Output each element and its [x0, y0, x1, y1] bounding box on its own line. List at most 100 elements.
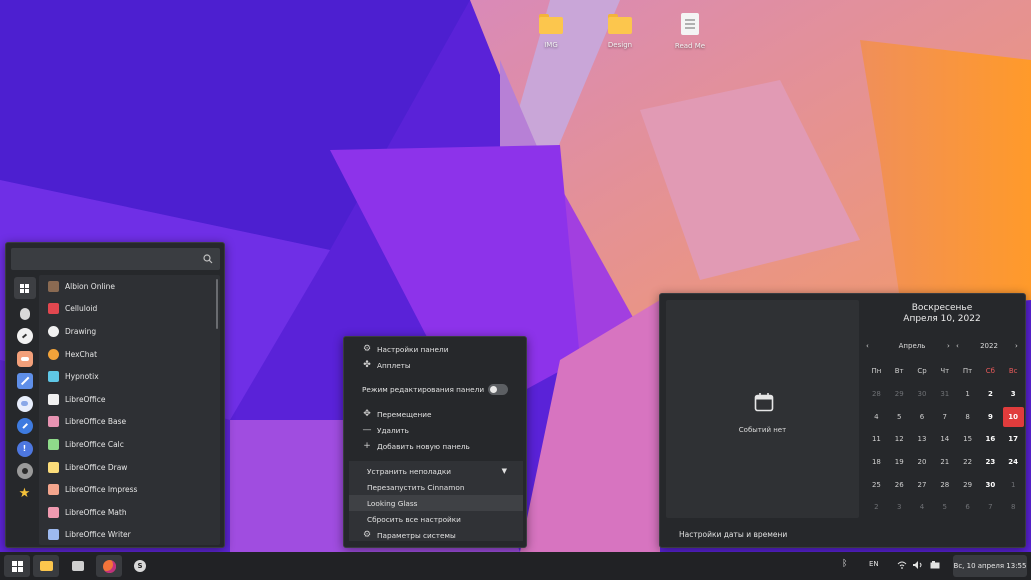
- menu-item-add-panel[interactable]: + Добавить новую панель: [344, 438, 526, 454]
- category-graphics[interactable]: [16, 373, 33, 389]
- calendar-day[interactable]: 12: [888, 435, 911, 443]
- app-item-libreoffice-calc[interactable]: LibreOffice Calc: [39, 433, 220, 456]
- menu-item-system-settings[interactable]: ⚙ Параметры системы: [344, 527, 526, 543]
- taskbar-firefox[interactable]: [96, 555, 122, 577]
- calendar-day[interactable]: 1: [1002, 481, 1025, 489]
- calendar-day[interactable]: 28: [933, 481, 956, 489]
- prev-year-button[interactable]: ‹: [956, 342, 959, 350]
- year-label: 2022: [980, 342, 998, 350]
- calendar-day[interactable]: 4: [865, 413, 888, 421]
- desktop-icon-img[interactable]: IMG: [526, 14, 576, 49]
- calendar-day[interactable]: 27: [911, 481, 934, 489]
- category-all-apps[interactable]: [13, 277, 36, 299]
- app-item-libreoffice-impress[interactable]: LibreOffice Impress: [39, 478, 220, 501]
- menu-item-troubleshoot[interactable]: Устранить неполадки ▼: [349, 463, 523, 479]
- battery-icon[interactable]: [930, 561, 941, 569]
- calendar-day[interactable]: 16: [979, 435, 1002, 443]
- calendar-day[interactable]: 1: [956, 390, 979, 398]
- app-list-scrollbar[interactable]: [216, 279, 218, 329]
- category-office[interactable]: [16, 418, 33, 434]
- clock[interactable]: Вс, 10 апреля 13:55: [953, 555, 1027, 577]
- taskbar-files[interactable]: [33, 555, 59, 577]
- calendar-day[interactable]: 2: [979, 390, 1002, 398]
- calendar-day[interactable]: 5: [933, 503, 956, 511]
- calendar-day[interactable]: 29: [956, 481, 979, 489]
- calendar-day[interactable]: 30: [911, 390, 934, 398]
- calendar-day[interactable]: 5: [888, 413, 911, 421]
- calendar-day[interactable]: 22: [956, 458, 979, 466]
- grid-icon: [20, 283, 29, 293]
- search-input[interactable]: [11, 248, 220, 270]
- calendar-day[interactable]: 3: [1002, 390, 1025, 398]
- next-month-button[interactable]: ›: [947, 342, 950, 350]
- desktop-icon-read-me[interactable]: Read Me: [665, 13, 715, 50]
- calendar-day[interactable]: 6: [956, 503, 979, 511]
- category-accessories[interactable]: [16, 328, 33, 344]
- calendar-day[interactable]: 13: [911, 435, 934, 443]
- app-item-libreoffice-writer[interactable]: LibreOffice Writer: [39, 524, 220, 545]
- category-penguin[interactable]: [17, 306, 33, 322]
- calendar-day[interactable]: 3: [888, 503, 911, 511]
- app-item-hexchat[interactable]: HexChat: [39, 343, 220, 366]
- calendar-day[interactable]: 7: [933, 413, 956, 421]
- edit-mode-toggle[interactable]: [488, 384, 508, 395]
- app-item-libreoffice-draw[interactable]: LibreOffice Draw: [39, 456, 220, 479]
- calendar-day[interactable]: 31: [933, 390, 956, 398]
- calendar-day[interactable]: 25: [865, 481, 888, 489]
- prev-month-button[interactable]: ‹: [866, 342, 869, 350]
- app-item-drawing[interactable]: Drawing: [39, 320, 220, 343]
- bluetooth-icon[interactable]: ᛒ: [842, 559, 847, 569]
- menu-item-looking-glass[interactable]: Looking Glass: [349, 495, 523, 511]
- calendar-day[interactable]: 20: [911, 458, 934, 466]
- app-item-libreoffice[interactable]: LibreOffice: [39, 388, 220, 411]
- calendar-day[interactable]: 4: [911, 503, 934, 511]
- calendar-day[interactable]: 21: [933, 458, 956, 466]
- keyboard-layout[interactable]: EN: [869, 560, 879, 568]
- calendar-day[interactable]: 29: [888, 390, 911, 398]
- category-internet[interactable]: [16, 395, 33, 412]
- app-item-albion-online[interactable]: Albion Online: [39, 275, 220, 298]
- app-item-libreoffice-base[interactable]: LibreOffice Base: [39, 411, 220, 434]
- app-item-celluloid[interactable]: Celluloid: [39, 298, 220, 321]
- calendar-day[interactable]: 23: [979, 458, 1002, 466]
- app-item-libreoffice-math[interactable]: LibreOffice Math: [39, 501, 220, 524]
- calendar-day[interactable]: 17: [1002, 435, 1025, 443]
- calendar-day[interactable]: 15: [956, 435, 979, 443]
- calendar-day[interactable]: 26: [888, 481, 911, 489]
- category-preferences[interactable]: [16, 463, 33, 479]
- calendar-day[interactable]: 7: [979, 503, 1002, 511]
- calendar-day[interactable]: 18: [865, 458, 888, 466]
- calendar-day[interactable]: 2: [865, 503, 888, 511]
- menu-item-reset-settings[interactable]: Сбросить все настройки: [349, 511, 523, 527]
- menu-item-remove[interactable]: — Удалить: [344, 422, 526, 438]
- calendar-day[interactable]: 28: [865, 390, 888, 398]
- calendar-day[interactable]: 8: [1002, 503, 1025, 511]
- menu-item-restart-cinnamon[interactable]: Перезапустить Cinnamon: [349, 479, 523, 495]
- volume-icon[interactable]: [913, 561, 923, 569]
- taskbar-file-manager[interactable]: [65, 555, 91, 577]
- calendar-day[interactable]: 8: [956, 413, 979, 421]
- wifi-icon[interactable]: [897, 561, 907, 569]
- category-system[interactable]: !: [16, 440, 33, 457]
- pencil-ruler-icon: [20, 376, 29, 386]
- date-time-settings-link[interactable]: Настройки даты и времени: [679, 530, 787, 539]
- calendar-day[interactable]: 30: [979, 481, 1002, 489]
- taskbar-skype[interactable]: S: [127, 555, 153, 577]
- calendar-day[interactable]: 6: [911, 413, 934, 421]
- calendar-day[interactable]: 19: [888, 458, 911, 466]
- desktop-icon-design[interactable]: Design: [595, 14, 645, 49]
- menu-button[interactable]: [4, 555, 30, 577]
- menu-item-applets[interactable]: ✤ Апплеты: [344, 357, 526, 373]
- menu-item-move[interactable]: ✥ Перемещение: [344, 406, 526, 422]
- calendar-day[interactable]: 9: [979, 413, 1002, 421]
- calendar-day[interactable]: 24: [1002, 458, 1025, 466]
- libreoffice-math-icon: [48, 506, 59, 518]
- category-games[interactable]: [16, 350, 33, 367]
- app-item-hypnotix[interactable]: Hypnotix: [39, 365, 220, 388]
- calendar-day[interactable]: 14: [933, 435, 956, 443]
- menu-item-panel-settings[interactable]: ⚙ Настройки панели: [344, 341, 526, 357]
- category-favorites[interactable]: ★: [17, 486, 33, 502]
- calendar-day[interactable]: 10: [1002, 406, 1025, 427]
- next-year-button[interactable]: ›: [1015, 342, 1018, 350]
- calendar-day[interactable]: 11: [865, 435, 888, 443]
